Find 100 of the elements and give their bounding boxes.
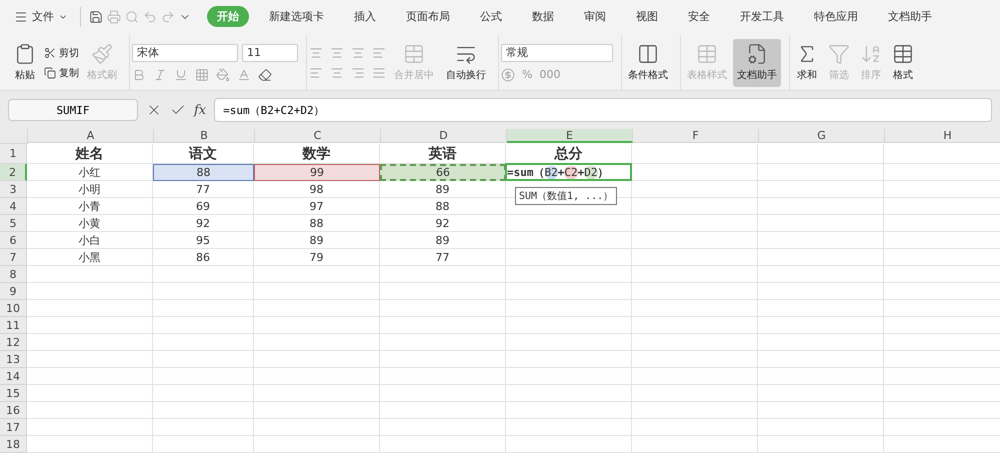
row-header[interactable]: 7 <box>0 249 27 266</box>
ribbon-button[interactable]: 条件格式 <box>624 38 672 86</box>
clipboard-icon[interactable] <box>14 43 36 65</box>
cell-reference: C2 <box>564 166 578 178</box>
name-box[interactable]: SUMIF <box>8 99 138 121</box>
ribbon-button[interactable]: 格式 <box>888 38 918 86</box>
ribbon-tab[interactable]: 页面布局 <box>396 6 460 27</box>
formula-text: =sum（ <box>507 164 544 180</box>
justify-icon[interactable] <box>372 66 386 80</box>
document-icon[interactable] <box>746 43 768 65</box>
formula-field[interactable]: =sum（B2+C2+D2） <box>214 98 992 122</box>
table-cell: 88 <box>153 164 254 181</box>
table-cell: 95 <box>153 232 254 249</box>
row-header[interactable]: 2 <box>0 164 27 181</box>
align-center-icon[interactable] <box>330 66 344 80</box>
table-cell: 小明 <box>27 181 153 198</box>
ribbon-tab[interactable]: 插入 <box>344 6 386 27</box>
table-cell: 小黑 <box>27 249 153 266</box>
row-header[interactable]: 14 <box>0 368 27 385</box>
formula-text: + <box>578 166 584 178</box>
scissors-icon[interactable] <box>44 46 56 58</box>
table-cell: 86 <box>153 249 254 266</box>
number-format-select[interactable]: 常规 <box>501 44 613 62</box>
row-header[interactable]: 12 <box>0 334 27 351</box>
redo-icon[interactable] <box>161 10 175 24</box>
formula-text: ） <box>598 164 608 180</box>
font-select[interactable]: 宋体 <box>132 44 238 62</box>
row-header[interactable]: 15 <box>0 385 27 402</box>
wrap-button[interactable]: 自动换行 <box>442 38 490 86</box>
row-header[interactable]: 11 <box>0 317 27 334</box>
table-cell: 99 <box>254 164 380 181</box>
underline-icon[interactable] <box>174 68 188 82</box>
fill-icon[interactable] <box>216 68 230 82</box>
cell-reference: D2 <box>584 166 598 178</box>
table-cell: 77 <box>380 249 506 266</box>
border-icon[interactable] <box>195 68 209 82</box>
currency-icon[interactable] <box>501 68 515 82</box>
function-tooltip: SUM（数值1, ...） <box>515 187 618 205</box>
column-header[interactable]: F <box>633 129 759 143</box>
ribbon-tab[interactable]: 公式 <box>470 6 512 27</box>
row-header[interactable]: 10 <box>0 300 27 317</box>
column-header[interactable]: B <box>154 129 255 143</box>
table-cell: 89 <box>380 181 506 198</box>
align-left-icon[interactable] <box>309 66 323 80</box>
table-cell: 89 <box>254 232 380 249</box>
row-header[interactable]: 18 <box>0 436 27 453</box>
row-header[interactable]: 1 <box>0 144 27 164</box>
ribbon-tab[interactable]: 安全 <box>678 6 720 27</box>
ribbon-tab[interactable]: 开发工具 <box>730 6 794 27</box>
column-header[interactable]: E <box>507 129 633 143</box>
row-header[interactable]: 9 <box>0 283 27 300</box>
table-cell: 98 <box>254 181 380 198</box>
row-header[interactable]: 17 <box>0 419 27 436</box>
ribbon-tab[interactable]: 视图 <box>626 6 668 27</box>
function-label[interactable]: fx <box>194 102 206 118</box>
preview-icon[interactable] <box>125 10 139 24</box>
column-header[interactable]: D <box>381 129 507 143</box>
row-header[interactable]: 4 <box>0 198 27 215</box>
table-cell: 小红 <box>27 164 153 181</box>
cut-button[interactable]: 剪切 <box>44 46 79 60</box>
undo-icon[interactable] <box>143 10 157 24</box>
table-cell: 小青 <box>27 198 153 215</box>
column-header[interactable]: H <box>885 129 1000 143</box>
bold-icon[interactable] <box>132 68 146 82</box>
eraser-icon[interactable] <box>258 68 272 82</box>
table-cell: 88 <box>380 198 506 215</box>
row-header[interactable]: 5 <box>0 215 27 232</box>
table-cell: 97 <box>254 198 380 215</box>
cell-reference: B2 <box>544 166 558 178</box>
table-cell: 92 <box>153 215 254 232</box>
align-right-icon[interactable] <box>351 66 365 80</box>
menu-icon[interactable] <box>14 10 28 24</box>
ribbon-tab[interactable]: 特色应用 <box>804 6 868 27</box>
ribbon-button[interactable]: 文档助手 <box>733 38 781 86</box>
table-cell: 66 <box>380 164 506 181</box>
row-header[interactable]: 6 <box>0 232 27 249</box>
row-header[interactable]: 3 <box>0 181 27 198</box>
ribbon-tab[interactable]: 审阅 <box>574 6 616 27</box>
table-cell: 小白 <box>27 232 153 249</box>
file-menu[interactable]: 文件 <box>10 9 72 24</box>
copy-icon[interactable] <box>44 66 56 78</box>
font-size-select[interactable]: 11 <box>242 44 298 62</box>
ribbon-button[interactable]: 求和 <box>792 38 822 86</box>
table-cell: 89 <box>380 232 506 249</box>
column-header[interactable]: A <box>28 129 154 143</box>
ribbon-tab[interactable]: 数据 <box>522 6 564 27</box>
row-header[interactable]: 16 <box>0 402 27 419</box>
ribbon-tab[interactable]: 文档助手 <box>878 6 942 27</box>
italic-icon[interactable] <box>153 68 167 82</box>
paste-button[interactable]: 粘贴 <box>10 38 40 86</box>
header-cell: 英语 <box>380 144 506 164</box>
font-color-icon[interactable] <box>237 68 251 82</box>
table-cell: 69 <box>153 198 254 215</box>
column-header[interactable]: G <box>759 129 885 143</box>
copy-button[interactable]: 复制 <box>44 66 79 80</box>
column-header[interactable]: C <box>255 129 381 143</box>
row-header[interactable]: 8 <box>0 266 27 283</box>
save-icon[interactable] <box>89 10 103 24</box>
ribbon-tab[interactable]: 新建选项卡 <box>259 6 334 27</box>
row-header[interactable]: 13 <box>0 351 27 368</box>
